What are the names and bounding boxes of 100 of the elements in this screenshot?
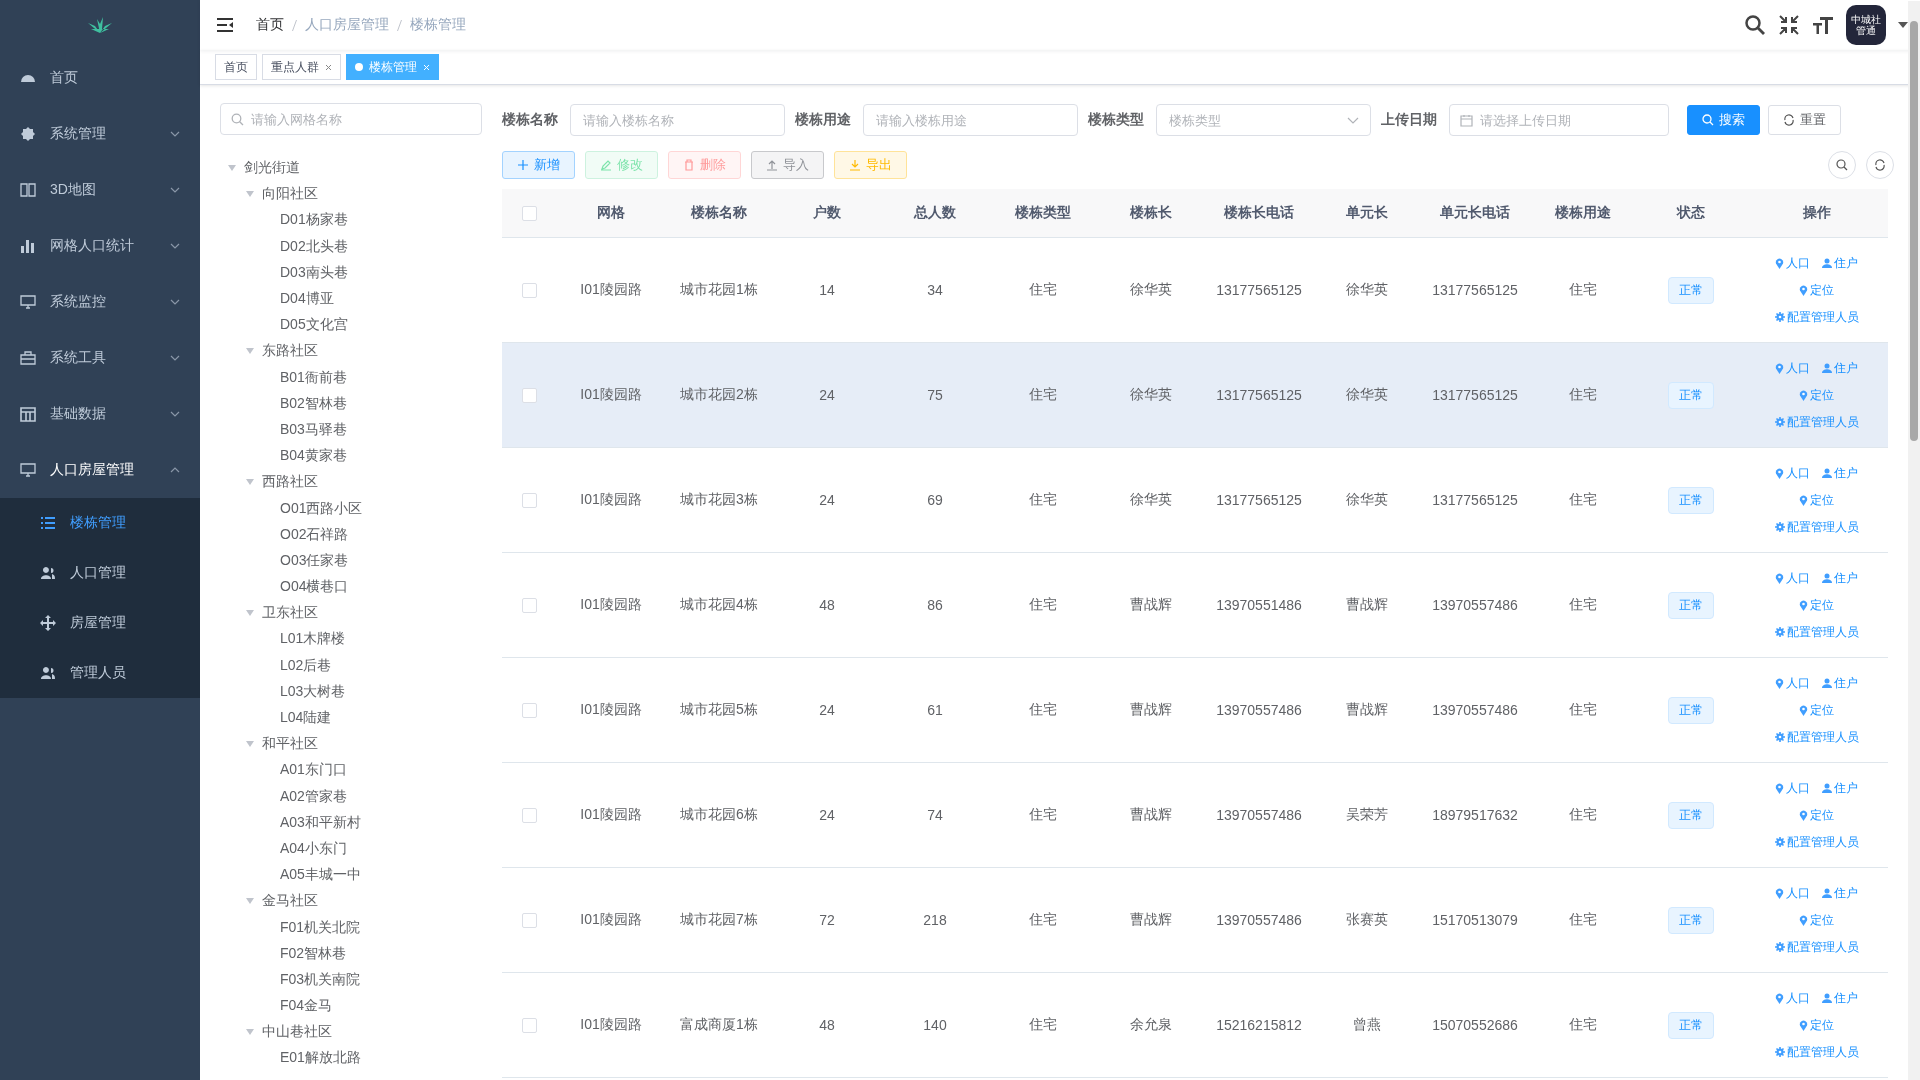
tree-node[interactable]: 东路社区 [220,338,482,365]
menu-icon[interactable] [216,17,234,33]
action-link[interactable]: 人口 [1775,569,1810,587]
reset-button[interactable]: 重置 [1768,105,1841,135]
action-link[interactable]: 人口 [1775,884,1810,902]
action-link[interactable]: 定位 [1799,1016,1834,1034]
checkbox[interactable] [522,205,537,221]
checkbox[interactable] [522,387,537,403]
action-link[interactable]: 住户 [1822,254,1858,272]
tree-node[interactable]: D02北头巷 [220,233,482,260]
checkbox[interactable] [522,807,537,823]
action-link[interactable]: 定位 [1799,701,1834,719]
menu-item[interactable]: 基础数据 [0,386,200,442]
action-link[interactable]: 配置管理人员 [1774,518,1859,536]
tree-node[interactable]: D03南头巷 [220,259,482,286]
submenu-item[interactable]: 房屋管理 [0,598,200,648]
close-icon[interactable] [325,63,332,71]
tree-node[interactable]: F03机关南院 [220,966,482,993]
submenu-item[interactable]: 人口管理 [0,548,200,598]
tree-node[interactable]: O01西路小区 [220,495,482,522]
action-link[interactable]: 配置管理人员 [1774,833,1859,851]
tree-node[interactable]: F04金马 [220,993,482,1020]
tree-node[interactable]: A01东门口 [220,757,482,784]
tree-node[interactable]: D01杨家巷 [220,207,482,234]
action-link[interactable]: 住户 [1822,569,1858,587]
avatar[interactable]: 中城社管通 [1846,5,1886,45]
action-link[interactable]: 配置管理人员 [1774,728,1859,746]
tree-node[interactable]: O02石祥路 [220,521,482,548]
tree-node[interactable]: B03马驿巷 [220,416,482,444]
tree-node[interactable]: 向阳社区 [220,181,482,208]
menu-item[interactable]: 首页 [0,50,200,106]
input-field[interactable]: 请输入楼栋用途 [863,104,1078,136]
input-field[interactable]: 请输入楼栋名称 [570,104,785,136]
action-link[interactable]: 住户 [1822,884,1858,902]
tree-node[interactable]: 卫东社区 [220,600,482,627]
checkbox[interactable] [522,702,537,718]
checkbox[interactable] [522,912,537,928]
scrollbar[interactable] [1908,1,1920,1080]
menu-item[interactable]: 网格人口统计 [0,218,200,274]
font-size-icon[interactable] [1812,14,1834,36]
refresh-button[interactable] [1866,151,1894,179]
tree-node[interactable]: B02智林巷 [220,390,482,417]
action-link[interactable]: 定位 [1799,911,1834,929]
tab[interactable]: 首页 [215,54,257,80]
tree-node[interactable]: D04博亚 [220,285,482,313]
tree-node[interactable]: 西路社区 [220,469,482,496]
tree-node[interactable]: D05文化宫 [220,312,482,339]
menu-item[interactable]: 系统工具 [0,330,200,386]
action-link[interactable]: 定位 [1799,281,1834,299]
tree-node[interactable]: 中山巷社区 [220,1019,482,1046]
exit-fullscreen-icon[interactable] [1778,14,1800,36]
menu-item[interactable]: 3D地图 [0,162,200,218]
action-link[interactable]: 定位 [1799,491,1834,509]
tree-node[interactable]: 金马社区 [220,888,482,915]
checkbox[interactable] [522,492,537,508]
action-link[interactable]: 人口 [1775,674,1810,692]
tab[interactable]: 重点人群 [262,54,341,80]
tree-node[interactable]: B01衙前巷 [220,364,482,391]
tree-node[interactable]: 和平社区 [220,731,482,758]
tree-node[interactable]: E01解放北路 [220,1045,482,1072]
tree-node[interactable]: F02智林巷 [220,940,482,967]
action-link[interactable]: 定位 [1799,806,1834,824]
caret-icon[interactable] [1898,22,1908,28]
search-button[interactable] [1828,151,1856,179]
select-field[interactable]: 楼栋类型 [1156,104,1371,136]
action-link[interactable]: 住户 [1822,779,1858,797]
tree-node[interactable]: L03大树巷 [220,678,482,705]
action-link[interactable]: 人口 [1775,779,1810,797]
action-link[interactable]: 人口 [1775,254,1810,272]
tree-node[interactable]: B04黄家巷 [220,443,482,470]
action-link[interactable]: 人口 [1775,464,1810,482]
tree-node[interactable]: 剑光街道 [220,155,482,182]
scrollbar-thumb[interactable] [1910,21,1918,441]
tree-node[interactable]: L02后巷 [220,652,482,679]
menu-item[interactable]: 系统监控 [0,274,200,330]
tree-node[interactable]: F01机关北院 [220,914,482,941]
menu-item[interactable]: 人口房屋管理 [0,442,200,498]
tree-node[interactable]: O03任家巷 [220,547,482,574]
action-link[interactable]: 配置管理人员 [1774,308,1859,326]
tree-node[interactable]: O04横巷口 [220,574,482,601]
submenu-item[interactable]: 管理人员 [0,648,200,698]
tree-node[interactable]: A03和平新村 [220,809,482,836]
tree-node[interactable]: A05丰城一中 [220,862,482,889]
action-link[interactable]: 住户 [1822,464,1858,482]
action-link[interactable]: 配置管理人员 [1774,938,1859,956]
action-link[interactable]: 住户 [1822,674,1858,692]
submenu-item[interactable]: 楼栋管理 [0,498,200,548]
tree-node[interactable]: A04小东门 [220,835,482,863]
breadcrumb-item[interactable]: 首页 [256,16,284,34]
tree-node[interactable]: A02管家巷 [220,783,482,810]
date-field[interactable]: 请选择上传日期 [1449,104,1669,136]
action-link[interactable]: 住户 [1822,989,1858,1007]
action-link[interactable]: 人口 [1775,989,1810,1007]
checkbox[interactable] [522,597,537,613]
action-link[interactable]: 定位 [1799,596,1834,614]
tree-node[interactable]: L04陆建 [220,704,482,732]
search-field[interactable]: 请输入网格名称 [220,103,482,135]
checkbox[interactable] [522,282,537,298]
tree-node[interactable]: L01木牌楼 [220,626,482,653]
action-link[interactable]: 配置管理人员 [1774,1043,1859,1061]
